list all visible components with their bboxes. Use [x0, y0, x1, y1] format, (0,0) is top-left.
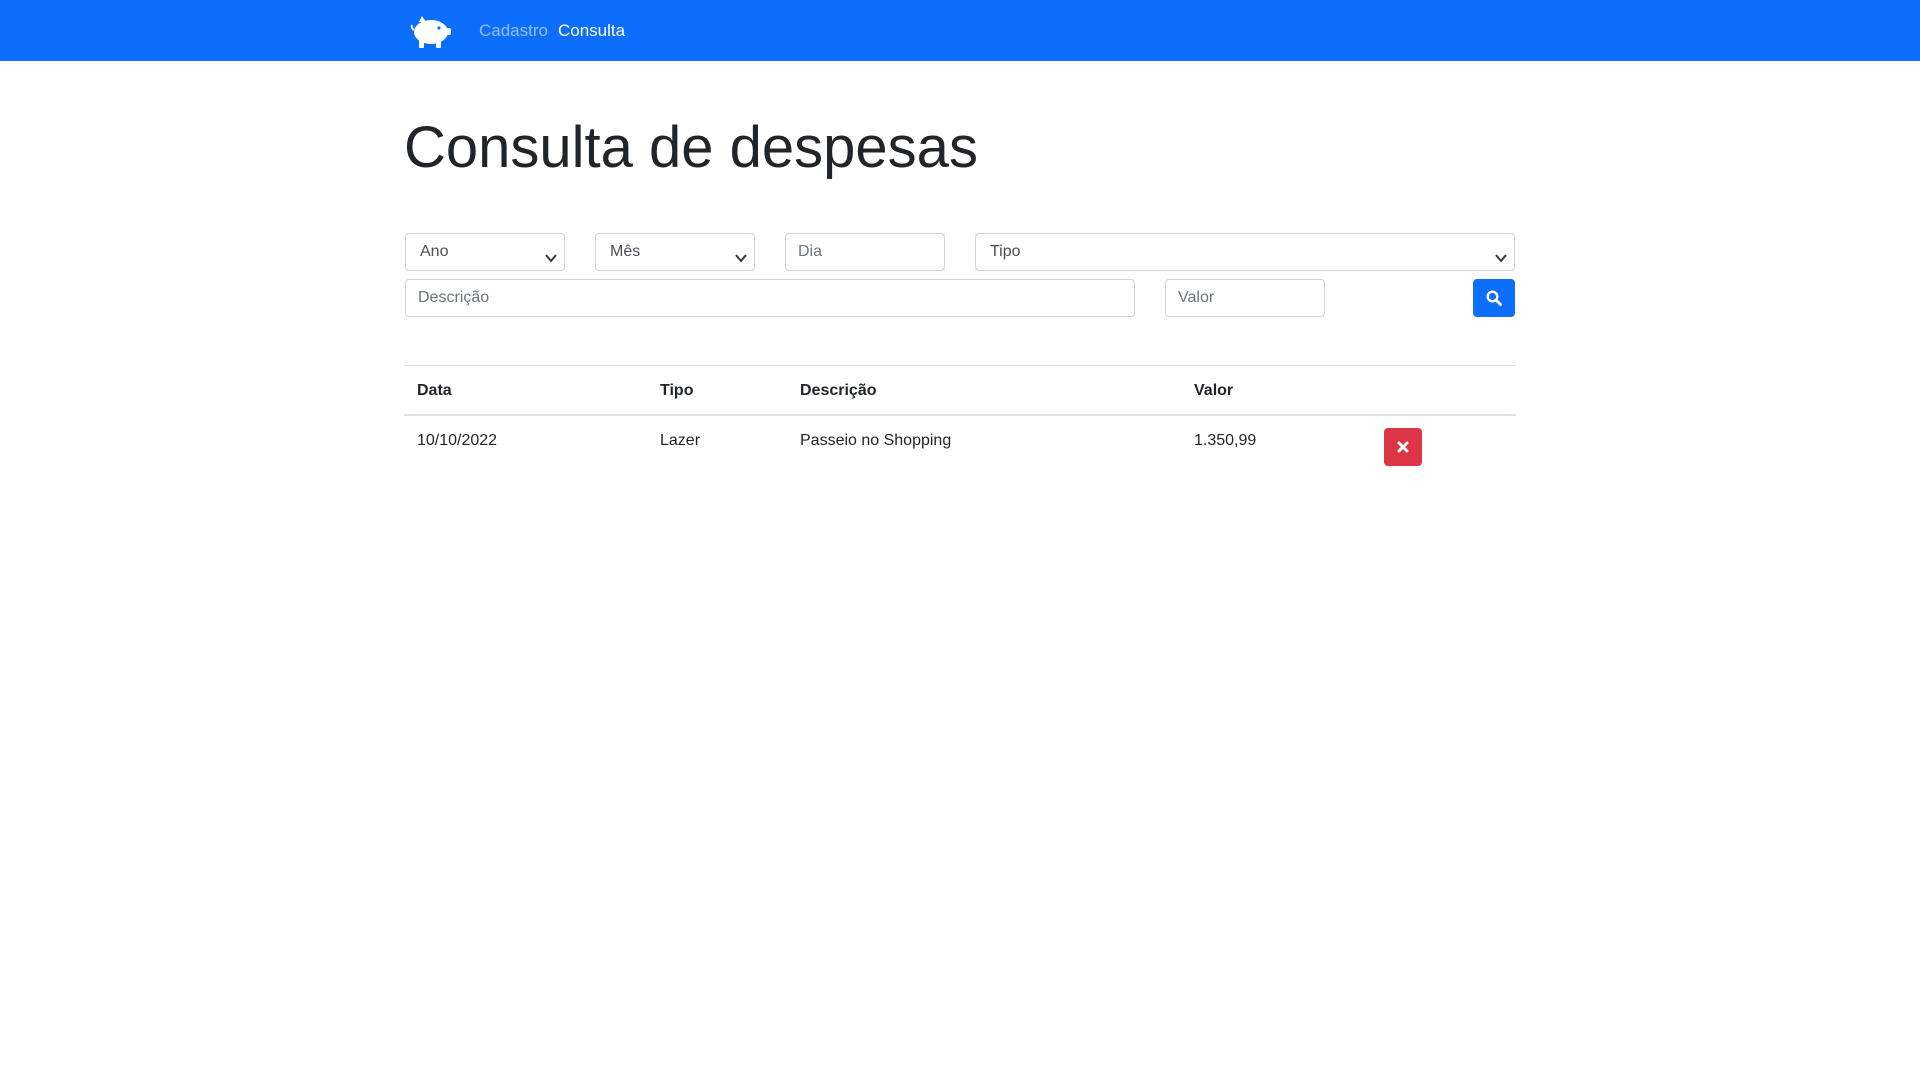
valor-placeholder: Valor [1178, 289, 1215, 306]
nav-link-consulta[interactable]: Consulta [558, 20, 625, 42]
mes-select[interactable]: Mês [595, 233, 755, 271]
page-title: Consulta de despesas [404, 115, 978, 180]
tipo-select[interactable]: Tipo [975, 233, 1515, 271]
table-header-border [404, 414, 1516, 416]
chevron-down-icon [1494, 244, 1508, 263]
piggy-bank-icon[interactable] [410, 12, 453, 50]
dia-placeholder: Dia [798, 243, 823, 260]
chevron-down-icon [734, 244, 748, 263]
cell-tipo: Lazer [660, 432, 701, 449]
cell-valor: 1.350,99 [1194, 432, 1257, 449]
ano-select-value: Ano [420, 243, 449, 260]
table-top-border [404, 365, 1516, 366]
valor-input[interactable]: Valor [1165, 279, 1325, 317]
header-descricao: Descrição [800, 382, 877, 399]
ano-select[interactable]: Ano [405, 233, 565, 271]
navbar: Cadastro Consulta [0, 0, 1920, 61]
descricao-input[interactable]: Descrição [405, 279, 1135, 317]
header-data: Data [417, 382, 452, 399]
header-tipo: Tipo [660, 382, 694, 399]
descricao-placeholder: Descrição [418, 289, 490, 306]
nav-link-cadastro[interactable]: Cadastro [479, 20, 548, 42]
cell-descricao: Passeio no Shopping [800, 432, 952, 449]
tipo-select-value: Tipo [990, 243, 1021, 260]
search-button[interactable] [1473, 279, 1515, 317]
chevron-down-icon [544, 244, 558, 263]
delete-button[interactable] [1384, 428, 1422, 466]
cell-data: 10/10/2022 [417, 432, 498, 449]
header-valor: Valor [1194, 382, 1234, 399]
mes-select-value: Mês [610, 243, 641, 260]
dia-input[interactable]: Dia [785, 233, 945, 271]
